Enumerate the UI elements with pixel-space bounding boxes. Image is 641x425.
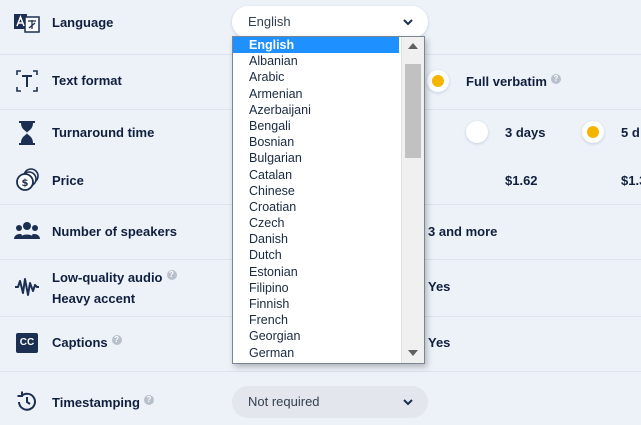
help-icon[interactable]: ? <box>166 270 177 280</box>
language-option[interactable]: Estonian <box>233 264 399 280</box>
language-option[interactable]: German <box>233 345 399 361</box>
chevron-down-icon <box>403 399 413 406</box>
cc-badge: CC <box>16 333 38 353</box>
dropdown-scrollbar[interactable] <box>401 37 424 363</box>
price-5-days: $1.3 <box>621 173 641 188</box>
language-option[interactable]: Dutch <box>233 247 399 263</box>
text-format-icon <box>14 68 40 94</box>
scroll-up-arrow-icon[interactable] <box>407 41 419 51</box>
full-verbatim-text: Full verbatim <box>466 74 547 89</box>
language-option[interactable]: Bosnian <box>233 134 399 150</box>
language-option[interactable]: Chinese <box>233 183 399 199</box>
timestamping-text: Timestamping <box>52 395 140 410</box>
turnaround-label: Turnaround time <box>52 125 155 140</box>
timestamping-row: Timestamping? Not required <box>0 372 641 425</box>
help-icon[interactable]: ? <box>111 335 122 345</box>
5-days-radio[interactable] <box>582 121 604 143</box>
language-option[interactable]: Albanian <box>233 53 399 69</box>
price-label: Price <box>52 173 84 188</box>
language-option[interactable]: French <box>233 312 399 328</box>
language-option[interactable]: English <box>233 37 399 54</box>
language-option[interactable]: Czech <box>233 215 399 231</box>
language-dropdown-list[interactable]: English Albanian Arabic Armenian Azerbaijani… <box>232 36 425 364</box>
language-label: Language <box>52 15 114 30</box>
heavy-accent-label: Heavy accent <box>52 291 136 306</box>
hourglass-icon <box>14 120 40 146</box>
captions-label: Captions? <box>52 335 122 350</box>
timestamping-select[interactable]: Not required <box>232 386 428 418</box>
scrollbar-thumb[interactable] <box>405 64 421 158</box>
help-icon[interactable]: ? <box>550 74 561 84</box>
language-option[interactable]: Bengali <box>233 118 399 134</box>
language-option[interactable]: Finnish <box>233 296 399 312</box>
language-option[interactable]: Bulgarian <box>233 150 399 166</box>
price-3-days: $1.62 <box>505 173 538 188</box>
timestamping-select-value: Not required <box>248 394 320 409</box>
full-verbatim-option[interactable]: Full verbatim? <box>466 74 561 89</box>
coins-icon: $ <box>14 167 40 193</box>
cc-icon: CC <box>14 330 40 356</box>
captions-text: Captions <box>52 335 108 350</box>
language-option[interactable]: Croatian <box>233 199 399 215</box>
speakers-label: Number of speakers <box>52 224 177 239</box>
clock-history-icon <box>14 389 40 415</box>
chevron-down-icon <box>403 19 413 26</box>
low-quality-audio-label: Low-quality audio? <box>52 270 177 285</box>
people-icon <box>14 218 40 244</box>
language-option[interactable]: Azerbaijani <box>233 102 399 118</box>
language-select-value: English <box>248 14 291 29</box>
full-verbatim-radio[interactable] <box>427 70 449 92</box>
audio-yes-option[interactable]: Yes <box>428 279 450 294</box>
3-days-option[interactable]: 3 days <box>505 125 545 140</box>
captions-yes-option[interactable]: Yes <box>428 335 450 350</box>
low-quality-audio-text: Low-quality audio <box>52 270 163 285</box>
3-and-more-option[interactable]: 3 and more <box>428 224 497 239</box>
help-icon[interactable]: ? <box>143 395 154 405</box>
svg-text:$: $ <box>22 178 29 189</box>
language-select[interactable]: English <box>232 6 428 38</box>
3-days-radio[interactable] <box>466 121 488 143</box>
waveform-icon <box>14 274 40 300</box>
language-option[interactable]: Catalan <box>233 167 399 183</box>
5-days-option[interactable]: 5 d <box>621 125 640 140</box>
scroll-down-arrow-icon[interactable] <box>407 348 419 358</box>
language-option[interactable]: Armenian <box>233 86 399 102</box>
language-option[interactable]: Arabic <box>233 69 399 85</box>
language-option[interactable]: Georgian <box>233 328 399 344</box>
timestamping-label: Timestamping? <box>52 395 154 410</box>
language-option[interactable]: Danish <box>233 231 399 247</box>
text-format-label: Text format <box>52 73 122 88</box>
language-options: English Albanian Arabic Armenian Azerbaijani… <box>233 37 399 361</box>
language-option[interactable]: Filipino <box>233 280 399 296</box>
translate-icon <box>14 10 40 36</box>
